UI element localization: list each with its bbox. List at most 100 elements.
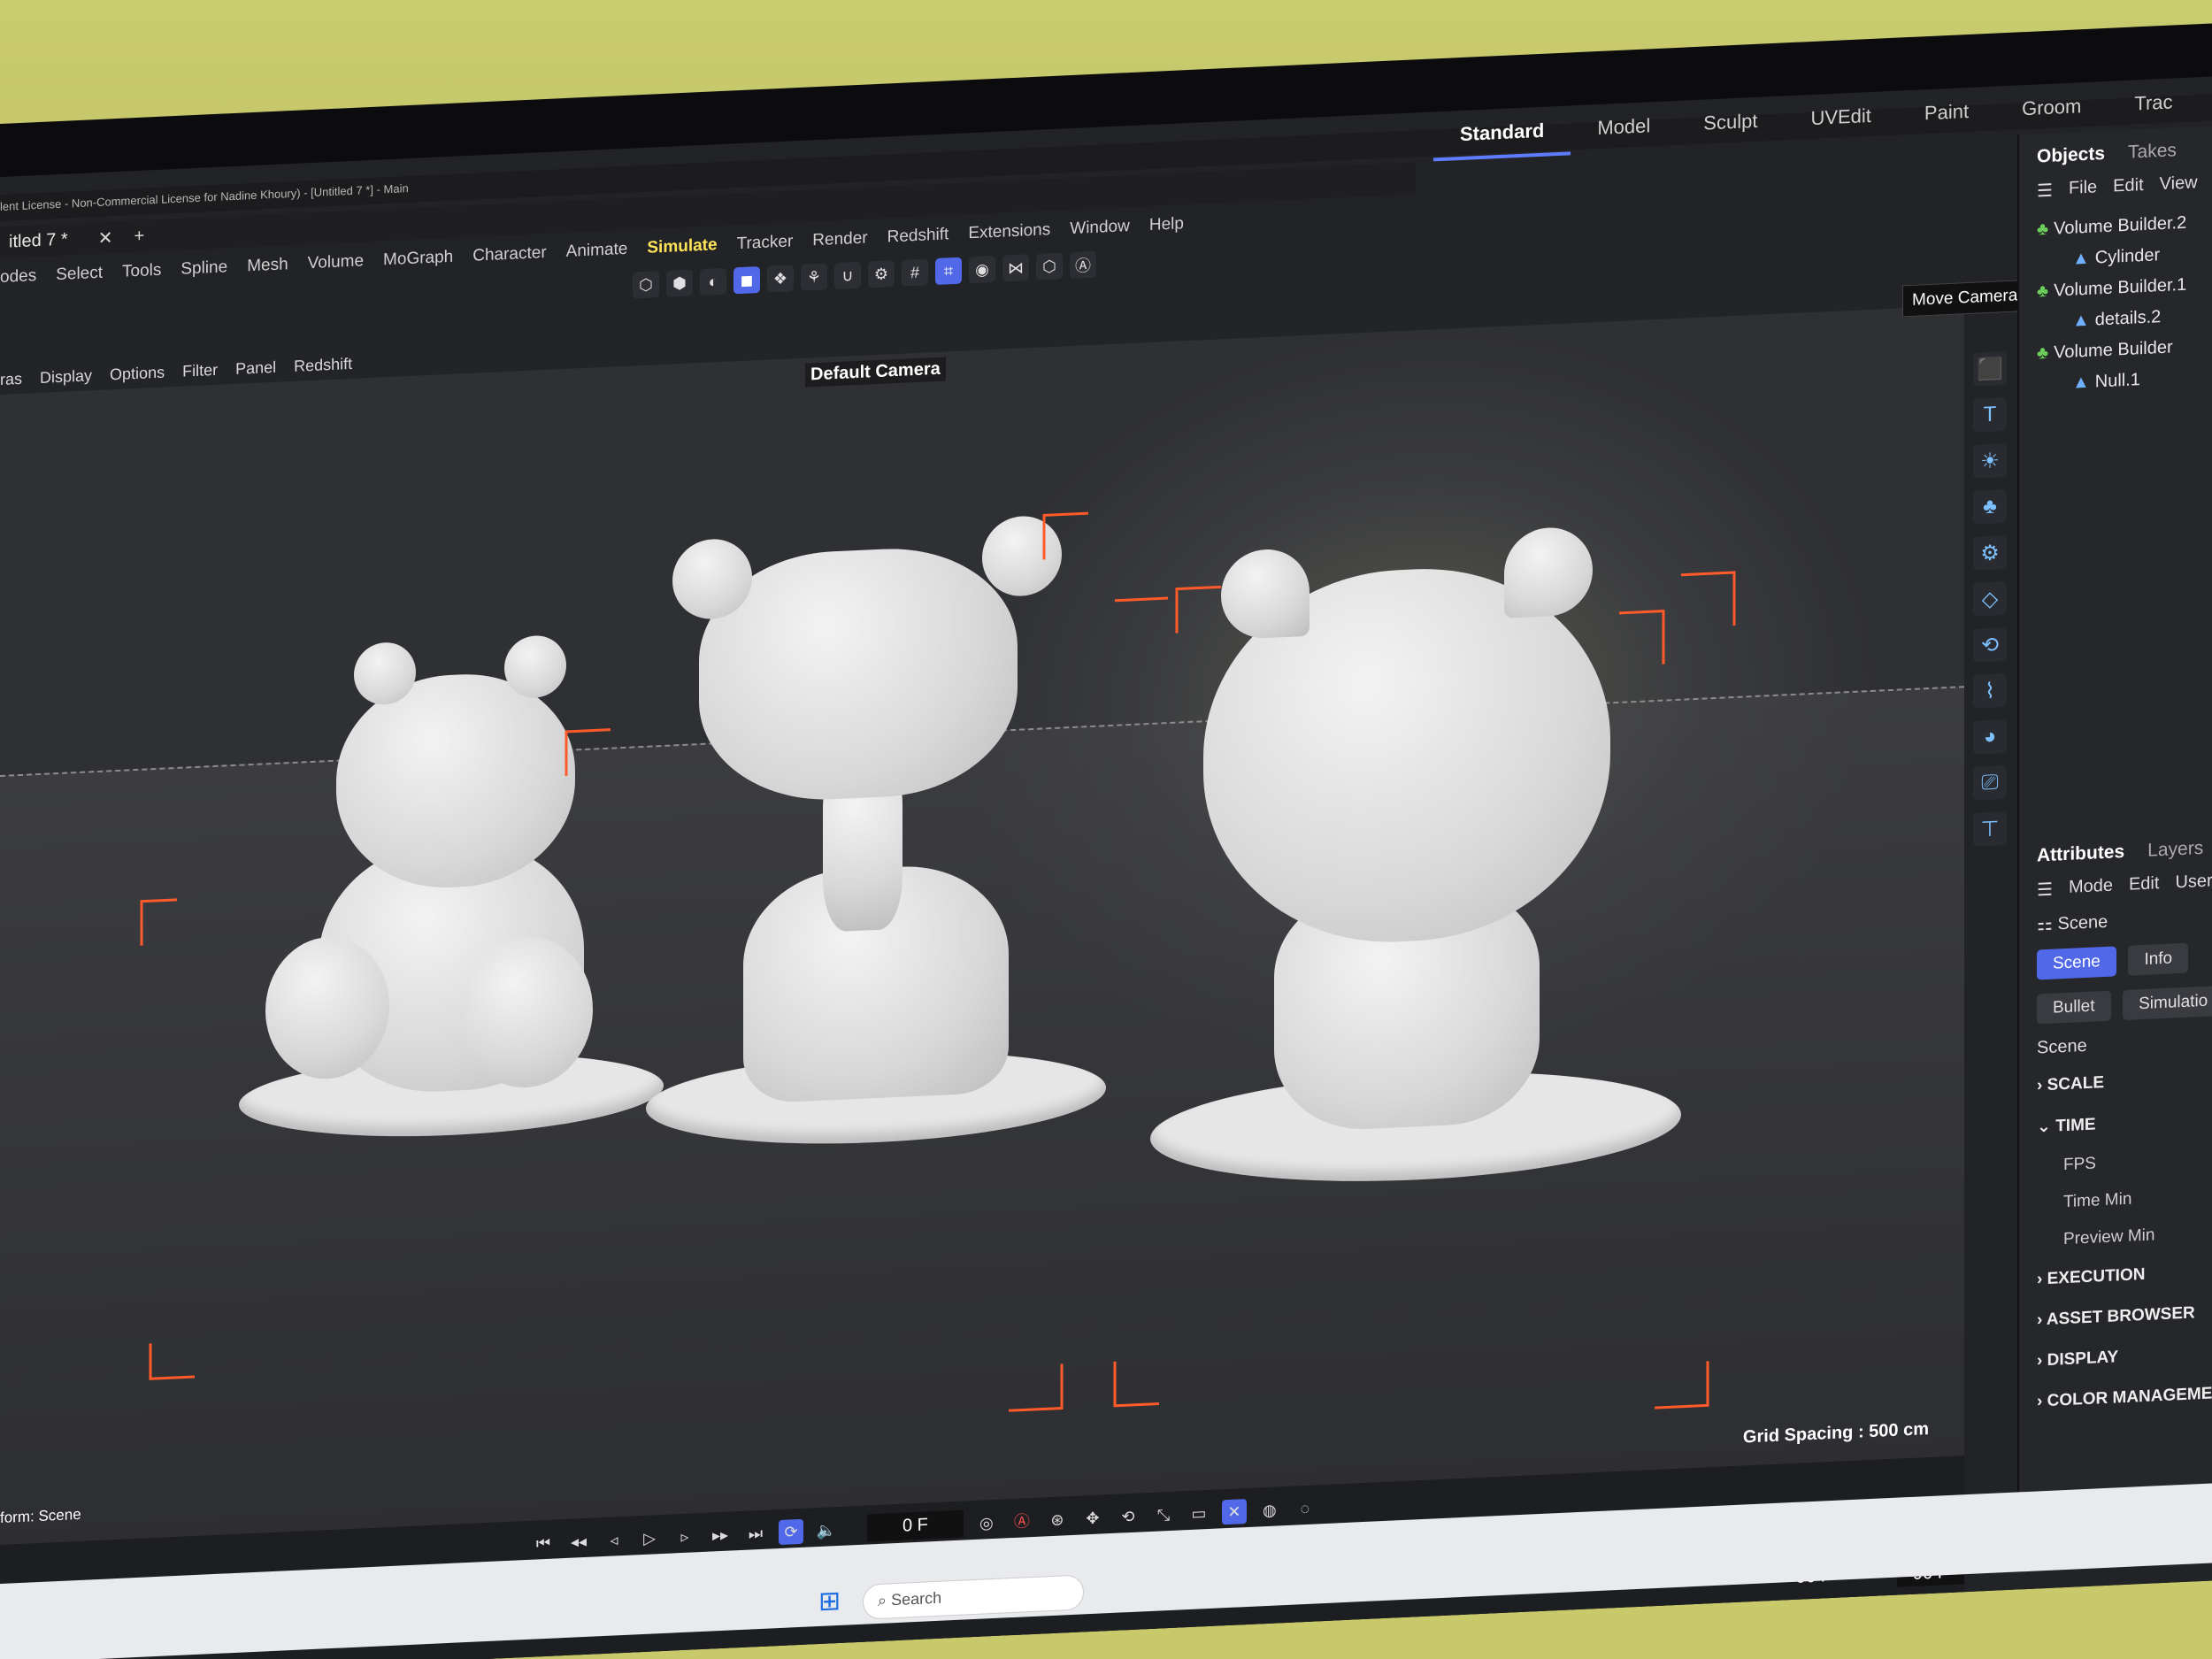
hamburger-icon[interactable]: ☰ xyxy=(2037,879,2053,902)
cube-icon[interactable]: ⬛ xyxy=(1973,351,2007,387)
menu-render[interactable]: Render xyxy=(812,228,867,250)
bracket-tl-1b xyxy=(565,728,611,777)
tab-layers[interactable]: Layers xyxy=(2147,838,2203,862)
close-icon[interactable]: ✕ xyxy=(98,227,113,250)
menu-character[interactable]: Character xyxy=(472,243,546,266)
objects-menu-view[interactable]: View xyxy=(2160,173,2198,196)
menu-spline[interactable]: Spline xyxy=(180,257,227,279)
tab-takes[interactable]: Takes xyxy=(2128,140,2177,163)
attr-menu-user[interactable]: User xyxy=(2175,871,2212,895)
prev-key-icon[interactable]: ◂◂ xyxy=(566,1528,591,1554)
audio-icon[interactable]: 🔈 xyxy=(814,1517,839,1542)
menu-tools[interactable]: Tools xyxy=(122,261,161,282)
menu-volume[interactable]: Volume xyxy=(308,251,364,273)
snap-settings-icon[interactable]: ⚙ xyxy=(868,260,895,288)
layout-groom[interactable]: Groom xyxy=(1995,81,2108,136)
render-region-icon[interactable]: ◉ xyxy=(969,255,995,284)
menu-help[interactable]: Help xyxy=(1149,214,1184,235)
layout-paint[interactable]: Paint xyxy=(1898,87,1995,141)
auto-icon[interactable]: Ⓐ xyxy=(1070,250,1096,280)
grid-icon[interactable]: # xyxy=(902,258,928,287)
motion-icon[interactable]: ◌ xyxy=(1293,1495,1317,1521)
view-menu-redshift[interactable]: Redshift xyxy=(294,354,352,375)
hexagon-icon[interactable]: ⬡ xyxy=(1036,252,1063,280)
taskbar-search[interactable]: ⌕ Search xyxy=(863,1574,1084,1620)
view-menu-panel[interactable]: Panel xyxy=(235,357,276,378)
cube-outline-icon[interactable]: ⬡ xyxy=(633,271,659,299)
scene-icon: ⚏ xyxy=(2037,914,2058,935)
record-icon[interactable]: ◎ xyxy=(974,1509,999,1535)
3d-viewport[interactable]: Default Camera form: Scene Grid Spacing … xyxy=(0,305,1964,1545)
view-menu-display[interactable]: Display xyxy=(40,366,92,388)
rotate-key-icon[interactable]: ⟲ xyxy=(1116,1503,1141,1529)
view-menu-filter[interactable]: Filter xyxy=(182,360,218,380)
pla-key-icon[interactable]: ✕ xyxy=(1221,1498,1247,1525)
axis-icon[interactable]: ⚘ xyxy=(801,263,827,291)
keyframe-settings-icon[interactable]: ⊛ xyxy=(1045,1507,1070,1532)
tag-icon[interactable]: ◇ xyxy=(1973,581,2007,617)
camera-icon[interactable]: ⎚ xyxy=(1973,765,2007,801)
play-icon[interactable]: ▷ xyxy=(637,1525,662,1551)
tooltip: Move Camera xyxy=(1902,279,2028,318)
light-icon[interactable]: ☀ xyxy=(1973,443,2007,479)
tab-objects[interactable]: Objects xyxy=(2037,143,2105,167)
attr-menu-edit[interactable]: Edit xyxy=(2129,873,2159,897)
layout-track[interactable]: Trac xyxy=(2108,77,2199,131)
floor-icon[interactable]: ⊤ xyxy=(1973,811,2007,847)
attr-menu-mode[interactable]: Mode xyxy=(2069,876,2113,900)
workplane-icon[interactable]: ⌗ xyxy=(935,257,962,286)
shape-icon[interactable]: ◕ xyxy=(1973,719,2007,755)
move-key-icon[interactable]: ✥ xyxy=(1080,1505,1105,1531)
scene-button[interactable]: Scene xyxy=(2037,946,2116,980)
go-end-icon[interactable]: ⏭ xyxy=(743,1520,768,1546)
info-button[interactable]: Info xyxy=(2128,942,2189,976)
loop-icon[interactable]: ⟳ xyxy=(779,1518,803,1545)
cloner-icon[interactable]: ♣ xyxy=(1973,489,2007,525)
text-icon[interactable]: T xyxy=(1973,397,2007,433)
layout-sculpt[interactable]: Sculpt xyxy=(1677,96,1784,150)
windows-start-icon[interactable]: ⊞ xyxy=(818,1586,845,1617)
layout-standard[interactable]: Standard xyxy=(1433,105,1571,162)
menu-simulate[interactable]: Simulate xyxy=(647,235,717,258)
menu-mograph[interactable]: MoGraph xyxy=(383,248,453,271)
view-menu-cameras[interactable]: ras xyxy=(0,369,22,388)
go-start-icon[interactable]: ⏮ xyxy=(531,1530,556,1555)
menu-extensions[interactable]: Extensions xyxy=(968,220,1050,243)
plus-icon[interactable]: + xyxy=(134,226,144,247)
menu-modes[interactable]: odes xyxy=(0,266,36,288)
prev-frame-icon[interactable]: ◃ xyxy=(602,1526,626,1552)
tab-attributes[interactable]: Attributes xyxy=(2037,841,2124,867)
deformer-icon[interactable]: ⟲ xyxy=(1973,627,2007,663)
layout-uvedit[interactable]: UVEdit xyxy=(1784,91,1897,146)
cube-edges-icon[interactable]: ⬢ xyxy=(666,269,693,297)
objects-menu-edit[interactable]: Edit xyxy=(2113,175,2143,199)
cube-points-icon[interactable]: ◐ xyxy=(700,267,726,296)
current-frame-field[interactable]: 0 F xyxy=(867,1509,964,1542)
param-key-icon[interactable]: ▭ xyxy=(1187,1500,1211,1525)
gear-icon[interactable]: ⚙ xyxy=(1973,535,2007,571)
bullet-button[interactable]: Bullet xyxy=(2037,990,2111,1025)
autokey-icon[interactable]: Ⓐ xyxy=(1010,1508,1034,1533)
menu-mesh[interactable]: Mesh xyxy=(247,255,288,276)
menu-select[interactable]: Select xyxy=(56,264,103,285)
spline-icon[interactable]: ⌇ xyxy=(1973,673,2007,709)
menu-window[interactable]: Window xyxy=(1070,217,1130,239)
menu-redshift[interactable]: Redshift xyxy=(887,225,949,247)
objects-menu-file[interactable]: File xyxy=(2069,177,2097,200)
section-color-management[interactable]: › COLOR MANAGEME xyxy=(2019,1373,2212,1423)
next-frame-icon[interactable]: ▹ xyxy=(672,1524,697,1549)
menu-tracker[interactable]: Tracker xyxy=(737,232,794,254)
interp-icon[interactable]: ◍ xyxy=(1257,1497,1282,1523)
view-menu-options[interactable]: Options xyxy=(110,363,165,384)
magnet-icon[interactable]: ∪ xyxy=(834,261,861,290)
layout-model[interactable]: Model xyxy=(1571,101,1677,155)
hamburger-icon[interactable]: ☰ xyxy=(2037,180,2053,203)
menu-animate[interactable]: Animate xyxy=(566,240,628,262)
next-key-icon[interactable]: ▸▸ xyxy=(708,1522,733,1548)
scale-key-icon[interactable]: ⤡ xyxy=(1151,1502,1176,1527)
symmetry-icon[interactable]: ⋈ xyxy=(1002,254,1029,282)
document-tab[interactable]: itled 7 * xyxy=(0,229,77,253)
cube-faces-icon[interactable]: ◼ xyxy=(733,265,760,295)
cubes-icon[interactable]: ❖ xyxy=(767,265,794,293)
simulation-button[interactable]: Simulatio xyxy=(2123,985,2212,1021)
